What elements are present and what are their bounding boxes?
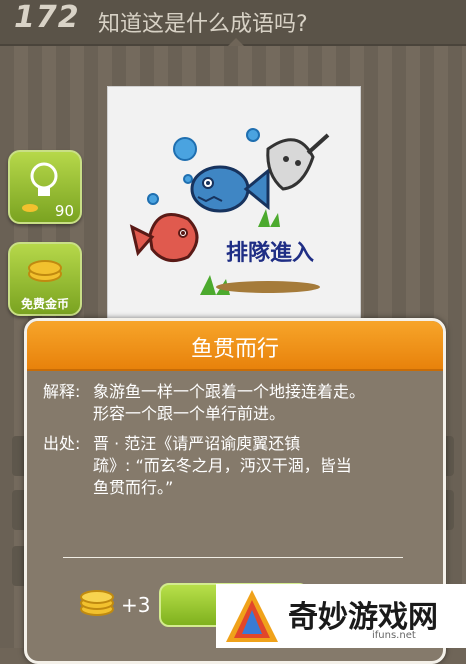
source-label: 出处:: [43, 434, 81, 453]
puzzle-picture: 排隊進入: [107, 86, 361, 328]
bubble-icon: [246, 128, 260, 142]
explanation-line: 象游鱼一样一个跟着一个地接连着走。: [93, 382, 366, 401]
question-text: 知道这是什么成语吗?: [98, 12, 308, 37]
idiom-title: 鱼贯而行: [190, 337, 279, 362]
reward-amount: +3: [121, 593, 151, 617]
red-fish-icon: [129, 213, 199, 263]
source-line: 疏》: “而玄冬之月，沔汉干涸，皆当: [93, 456, 352, 475]
level-number: 172: [14, 0, 80, 35]
source-line: 晋 · 范汪《请严诏谕庾翼还镇: [93, 434, 301, 453]
source-text: 晋 · 范汪《请严诏谕庾翼还镇 疏》: “而玄冬之月，沔汉干涸，皆当 鱼贯而行。…: [93, 433, 429, 499]
explanation-text: 象游鱼一样一个跟着一个地接连着走。 形容一个跟一个单行前进。: [93, 381, 429, 425]
bubble-icon: [173, 137, 197, 161]
explanation-line: 形容一个跟一个单行前进。: [93, 404, 286, 423]
header-notch: [228, 38, 244, 46]
hint-cost: 90: [54, 202, 74, 220]
picture-caption: 排隊進入: [226, 241, 315, 266]
free-coins-button[interactable]: 免费金币: [8, 242, 82, 316]
top-bar: 172 知道这是什么成语吗?: [0, 0, 466, 46]
bubble-icon: [147, 193, 159, 205]
watermark: 奇妙游戏网 ifuns.net: [216, 584, 466, 648]
watermark-logo-icon: [226, 590, 278, 642]
blue-fish-icon: [190, 165, 270, 213]
source-line: 鱼贯而行。”: [93, 478, 174, 497]
grass-icon: [258, 209, 280, 227]
fish-illustration: [129, 128, 330, 295]
coin-icon: [80, 590, 114, 616]
divider: [63, 557, 403, 558]
free-coins-label: 免费金币: [20, 297, 69, 311]
explanation-label: 解释:: [43, 382, 81, 401]
watermark-url: ifuns.net: [372, 630, 416, 641]
hint-button[interactable]: 90: [8, 150, 82, 224]
dirt-icon: [216, 281, 320, 293]
stingray-icon: [266, 133, 330, 191]
dialog-header: 鱼贯而行: [27, 321, 443, 371]
bubble-icon: [183, 174, 193, 184]
